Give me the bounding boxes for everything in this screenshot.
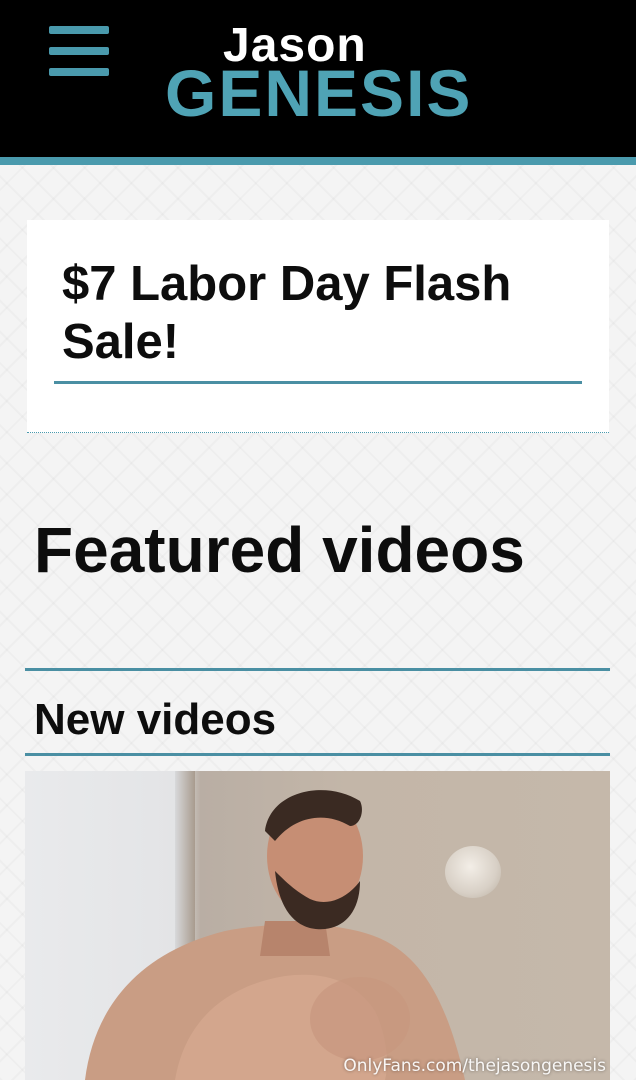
menu-bar (49, 26, 109, 34)
site-logo[interactable]: Jason GENESIS (165, 22, 470, 132)
featured-videos-heading: Featured videos (34, 514, 525, 586)
menu-bar (49, 68, 109, 76)
header-divider (0, 157, 636, 165)
new-videos-heading: New videos (34, 695, 277, 744)
watermark-text: OnlyFans.com/thejasongenesis (343, 1056, 606, 1076)
section-divider (25, 668, 610, 671)
hamburger-menu-icon[interactable] (49, 26, 109, 76)
promo-divider (54, 381, 582, 384)
site-header: Jason GENESIS (0, 0, 636, 157)
section-divider (25, 753, 610, 756)
thumbnail-photo (85, 790, 465, 1080)
menu-bar (49, 47, 109, 55)
promo-title[interactable]: $7 Labor Day Flash Sale! (62, 255, 582, 371)
video-thumbnail[interactable]: OnlyFans.com/thejasongenesis (25, 771, 610, 1080)
promo-card[interactable]: $7 Labor Day Flash Sale! (27, 220, 609, 433)
logo-text-bottom: GENESIS (165, 56, 473, 130)
